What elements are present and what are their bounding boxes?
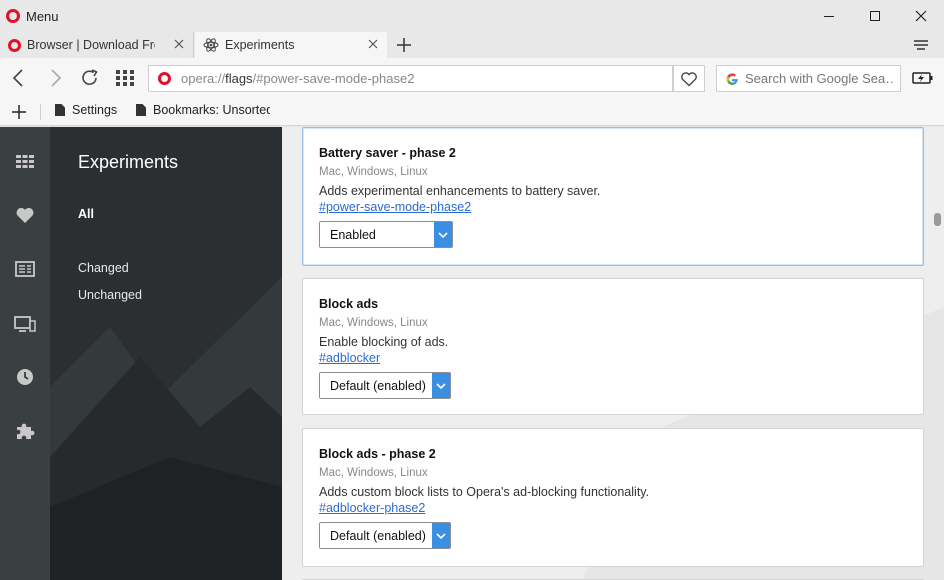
experiment-state-select[interactable]: Default (enabled) — [319, 522, 451, 549]
chevron-down-icon — [432, 523, 450, 548]
bookmark-settings[interactable]: Settings — [55, 103, 117, 117]
minimize-button[interactable] — [806, 4, 852, 28]
minimize-icon — [824, 15, 834, 17]
panel-title: Experiments — [78, 152, 179, 172]
experiment-anchor-link[interactable]: #adblocker — [319, 351, 380, 365]
url-path: /#power-save-mode-phase2 — [252, 71, 415, 86]
close-window-button[interactable] — [898, 4, 944, 28]
experiment-title: Battery saver - phase 2 — [319, 146, 456, 160]
tab-close-icon[interactable] — [173, 38, 185, 50]
experiment-description: Enable blocking of ads. — [319, 335, 449, 349]
opera-page-icon — [158, 72, 171, 85]
heart-outline-icon — [681, 71, 697, 86]
news-icon[interactable] — [14, 258, 36, 280]
new-tab-plus-icon[interactable] — [394, 35, 414, 55]
experiments-nav-panel: Experiments All Changed Unchanged — [50, 127, 282, 580]
bookmarks-bar: Settings Bookmarks: Unsorted — [0, 98, 944, 126]
menu-label: Menu — [26, 8, 59, 24]
experiments-list: Battery saver - phase 2 Mac, Windows, Li… — [282, 127, 944, 580]
google-g-icon — [726, 72, 738, 85]
tab-title: Browser | Download Free | — [27, 38, 155, 52]
search-field[interactable]: Search with Google Sea… — [716, 65, 901, 92]
opera-sidebar — [0, 127, 50, 580]
url-host: flags — [225, 71, 253, 86]
speed-dial-icon[interactable] — [14, 150, 36, 172]
history-clock-icon[interactable] — [14, 366, 36, 388]
search-placeholder: Search with Google Sea… — [745, 71, 895, 86]
bookmark-unsorted[interactable]: Bookmarks: Unsorted — [136, 103, 270, 117]
maximize-icon — [870, 11, 880, 21]
filter-changed-link[interactable]: Changed — [78, 261, 129, 275]
tab-browser[interactable]: Browser | Download Free | — [0, 32, 194, 58]
experiment-anchor-link[interactable]: #power-save-mode-phase2 — [319, 200, 471, 214]
experiment-platforms: Mac, Windows, Linux — [319, 166, 428, 178]
opera-favicon-icon — [8, 38, 21, 52]
tab-title: Experiments — [225, 38, 295, 52]
experiment-title: Block ads - phase 2 — [319, 447, 436, 461]
tab-strip: Browser | Download Free | Experiments — [0, 32, 944, 58]
opera-logo-icon — [6, 9, 20, 23]
mountain-background — [50, 277, 282, 580]
heart-icon[interactable] — [14, 204, 36, 226]
select-value: Default (enabled) — [330, 378, 426, 393]
tab-close-icon[interactable] — [367, 38, 379, 50]
url-text: opera://flags/#power-save-mode-phase2 — [181, 71, 414, 86]
back-arrow-icon[interactable] — [8, 67, 30, 89]
forward-arrow-icon[interactable] — [44, 67, 66, 89]
url-field[interactable]: opera://flags/#power-save-mode-phase2 — [148, 65, 673, 92]
opera-menu-button[interactable]: Menu — [6, 6, 59, 26]
document-icon — [55, 104, 65, 116]
tab-menu-icon[interactable] — [912, 38, 930, 52]
address-toolbar: opera://flags/#power-save-mode-phase2 Se… — [0, 58, 944, 98]
experiment-title: Block ads — [319, 297, 379, 311]
add-bookmark-plus-icon[interactable] — [11, 104, 27, 120]
experiment-description: Adds experimental enhancements to batter… — [319, 184, 601, 198]
devices-icon[interactable] — [14, 313, 36, 335]
experiment-description: Adds custom block lists to Opera's ad-bl… — [319, 485, 650, 499]
title-bar: Menu — [0, 0, 944, 32]
url-scheme: opera:// — [181, 71, 226, 86]
battery-saver-icon[interactable] — [912, 71, 934, 85]
experiment-card: Block ads Mac, Windows, Linux Enable blo… — [302, 278, 924, 415]
chevron-down-icon — [432, 373, 450, 398]
document-icon — [136, 104, 146, 116]
experiment-platforms: Mac, Windows, Linux — [319, 317, 428, 329]
chevron-down-icon — [434, 222, 452, 247]
bookmark-label: Bookmarks: Unsorted — [153, 103, 270, 117]
maximize-button[interactable] — [852, 4, 898, 28]
select-value: Default (enabled) — [330, 528, 426, 543]
scrollbar-thumb[interactable] — [934, 213, 941, 226]
select-value: Enabled — [330, 227, 376, 242]
close-icon — [915, 10, 927, 22]
filter-all-link[interactable]: All — [78, 207, 94, 221]
experiment-platforms: Mac, Windows, Linux — [319, 467, 428, 479]
experiment-anchor-link[interactable]: #adblocker-phase2 — [319, 501, 425, 515]
experiment-card: Block ads - phase 2 Mac, Windows, Linux … — [302, 428, 924, 567]
experiment-card: Battery saver - phase 2 Mac, Windows, Li… — [302, 127, 924, 266]
speed-dial-grid-icon[interactable] — [114, 67, 136, 89]
experiment-state-select[interactable]: Enabled — [319, 221, 453, 248]
bookmarks-divider — [40, 104, 41, 120]
experiment-state-select[interactable]: Default (enabled) — [319, 372, 451, 399]
atom-icon — [203, 38, 219, 52]
reload-icon[interactable] — [79, 67, 101, 89]
bookmark-heart-button[interactable] — [673, 65, 705, 92]
filter-unchanged-link[interactable]: Unchanged — [78, 288, 142, 302]
tab-experiments[interactable]: Experiments — [195, 32, 387, 58]
extensions-puzzle-icon[interactable] — [14, 420, 36, 442]
bookmark-label: Settings — [72, 103, 118, 117]
